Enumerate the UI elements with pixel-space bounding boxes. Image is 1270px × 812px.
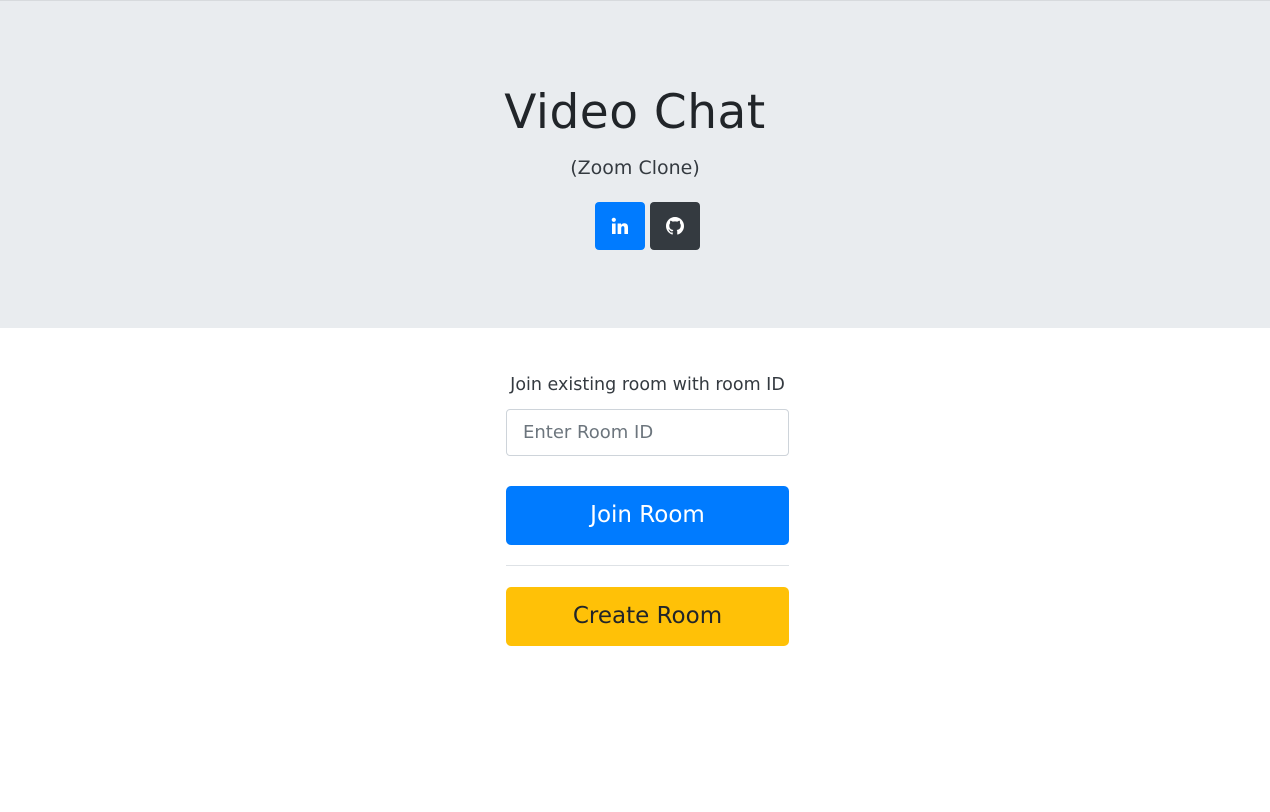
linkedin-button[interactable] — [595, 202, 645, 250]
github-icon — [666, 217, 684, 235]
social-links — [595, 202, 700, 250]
divider — [506, 565, 789, 566]
header-jumbotron: Video Chat (Zoom Clone) — [0, 0, 1270, 328]
create-room-button[interactable]: Create Room — [506, 587, 789, 646]
room-id-input[interactable] — [506, 409, 789, 456]
linkedin-icon — [611, 217, 628, 234]
join-room-label: Join existing room with room ID — [510, 375, 785, 395]
page-subtitle: (Zoom Clone) — [570, 157, 700, 179]
github-button[interactable] — [650, 202, 700, 250]
page-title: Video Chat — [504, 85, 766, 140]
join-room-button[interactable]: Join Room — [506, 486, 789, 545]
